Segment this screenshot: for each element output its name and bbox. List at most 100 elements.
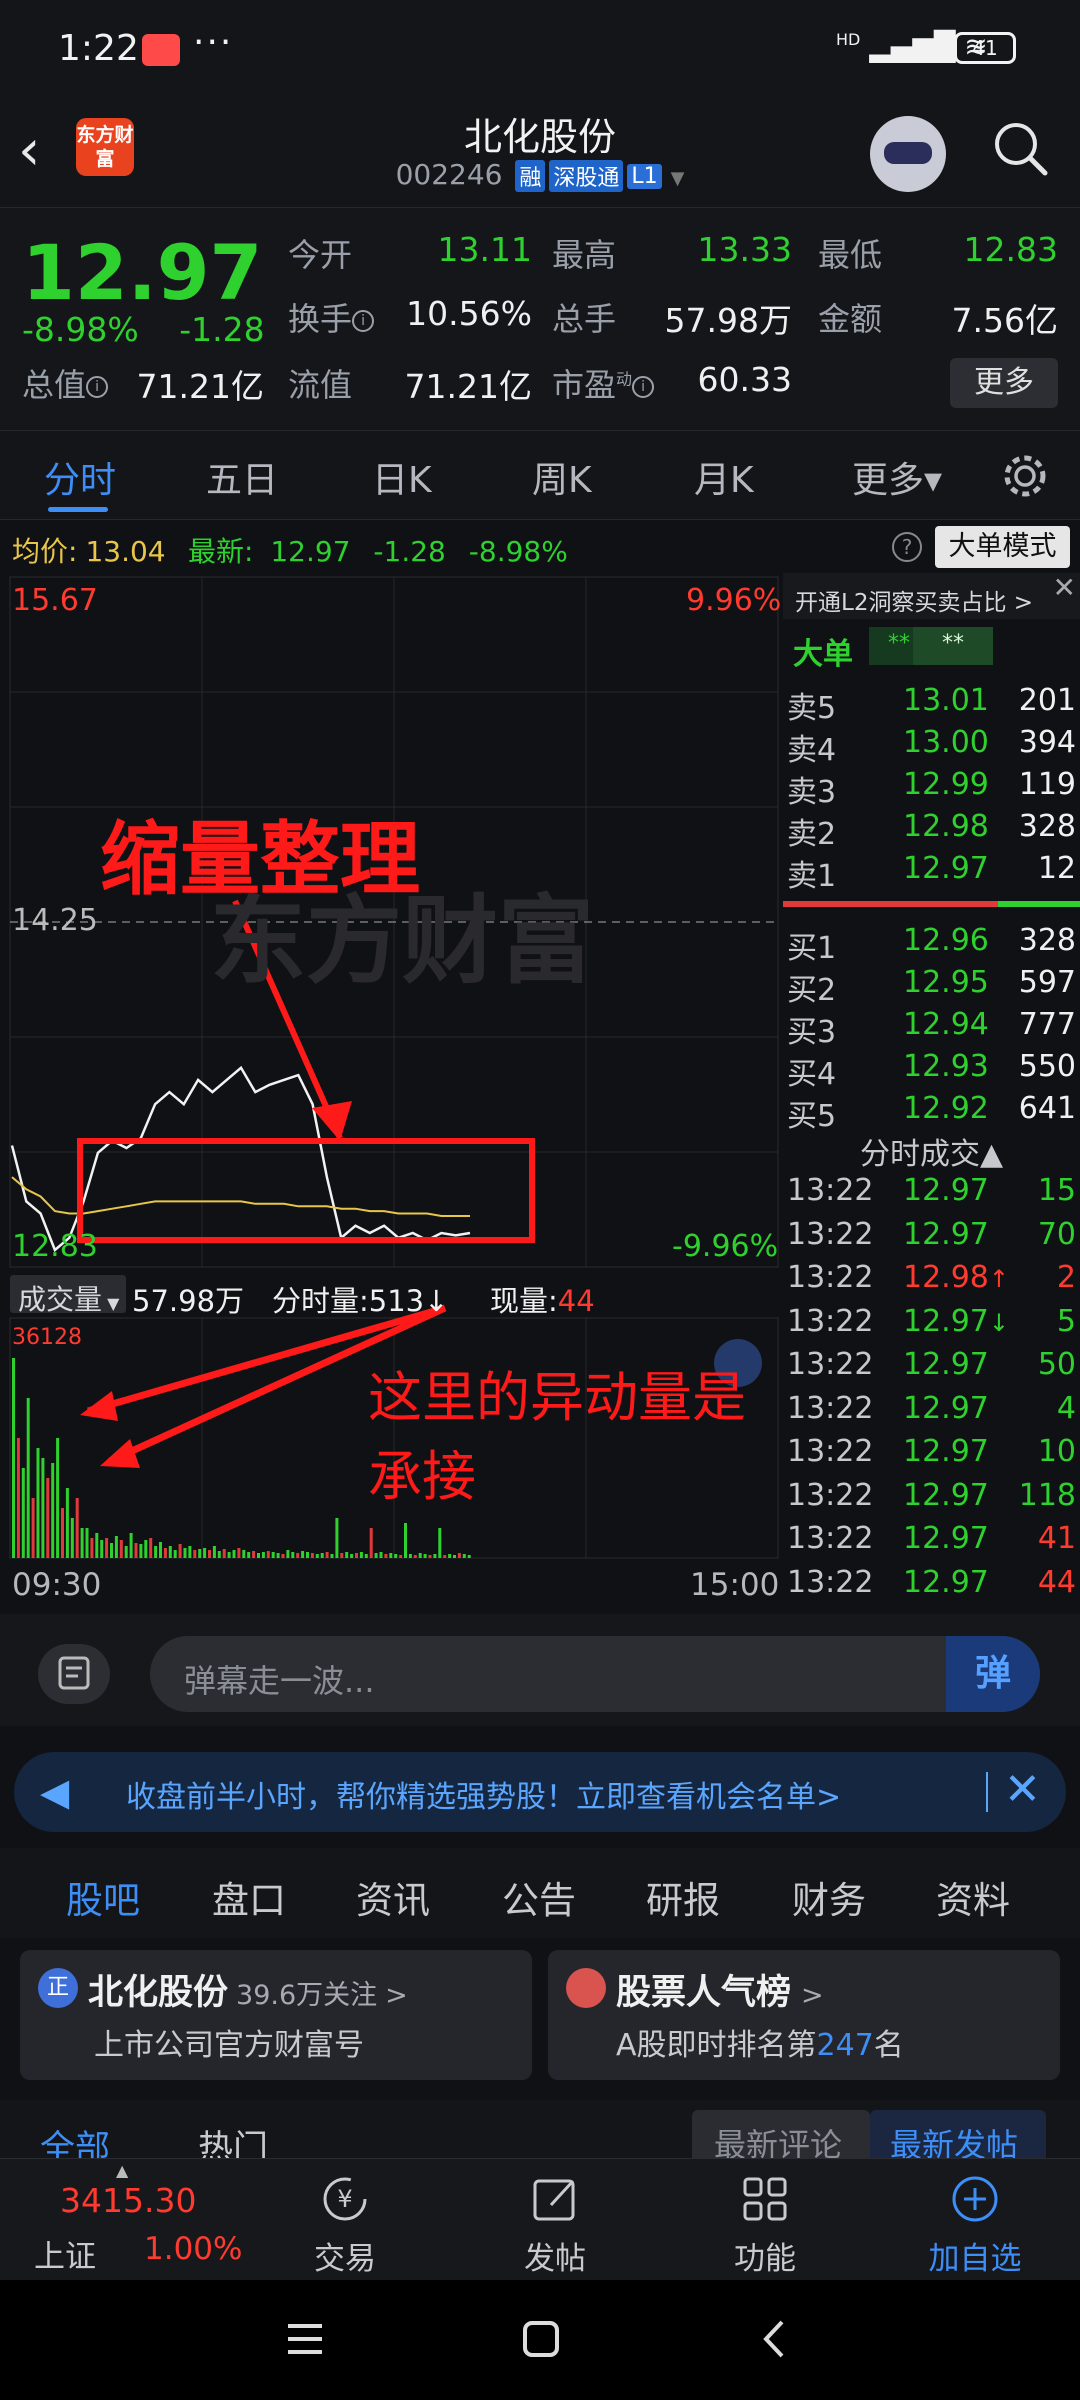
volume-bar: [428, 1555, 432, 1558]
tab-daily-k[interactable]: 日K: [372, 451, 432, 503]
tab-announcements[interactable]: 公告: [502, 1870, 576, 1924]
tab-news[interactable]: 资讯: [356, 1870, 430, 1924]
volume-bar: [139, 1544, 143, 1558]
volume-bar: [310, 1553, 314, 1558]
current-volume: 现量:44: [490, 1284, 595, 1318]
tick-row: 13:22 12.97 50: [783, 1347, 1080, 1389]
assistant-robot-icon[interactable]: [870, 116, 946, 192]
buy-level-row[interactable]: 买2 12.95 597: [783, 965, 1080, 1008]
buy-level-row[interactable]: 买1 12.96 328: [783, 923, 1080, 966]
tab-pankou[interactable]: 盘口: [212, 1870, 286, 1924]
volume-bar: [350, 1554, 354, 1558]
turnover-label[interactable]: 换手 i: [288, 294, 375, 340]
pct-bottom-label: -9.96%: [672, 1229, 779, 1264]
sell-level-row[interactable]: 卖1 12.97 12: [783, 851, 1080, 894]
volume-bar: [286, 1550, 290, 1558]
settings-gear-icon[interactable]: [1000, 451, 1050, 501]
tab-more[interactable]: 更多▾: [852, 451, 942, 503]
ticks-title[interactable]: 分时成交▲: [783, 1129, 1080, 1172]
buy-level-row[interactable]: 买4 12.93 550: [783, 1049, 1080, 1092]
sell-level-label: 卖4: [787, 733, 837, 768]
volume-bar: [61, 1508, 64, 1558]
buy-level-row[interactable]: 买3 12.94 777: [783, 1007, 1080, 1050]
sell-level-label: 卖1: [787, 859, 837, 894]
volume-bar: [110, 1543, 113, 1558]
nav-post[interactable]: 发帖: [460, 2159, 650, 2281]
danmu-settings-icon[interactable]: [38, 1644, 110, 1704]
tick-time: 13:22: [787, 1303, 874, 1339]
latest-price-info: 最新: 12.97 -1.28 -8.98%: [188, 535, 568, 568]
volume-bar: [56, 1438, 60, 1558]
sell-level-row[interactable]: 卖3 12.99 119: [783, 767, 1080, 810]
market-cap-label[interactable]: 总值 i: [22, 360, 109, 406]
dropdown-icon[interactable]: ▼: [671, 168, 685, 189]
search-icon[interactable]: [990, 118, 1050, 178]
tick-price: 12.97: [903, 1477, 989, 1513]
menu-icon[interactable]: [280, 2314, 330, 2364]
tab-weekly-k[interactable]: 周K: [532, 451, 592, 503]
tick-time: 13:22: [787, 1434, 874, 1469]
tick-row: 13:22 12.97 4: [783, 1391, 1080, 1433]
turnover-value: 10.56%: [406, 294, 532, 333]
pe-label[interactable]: 市盈动 i: [552, 360, 655, 406]
notification-app-icon: [142, 34, 180, 66]
buy-level-price: 12.93: [903, 1049, 989, 1084]
volume-dropdown[interactable]: 成交量 ▼: [18, 1278, 119, 1318]
big-order-mode-button[interactable]: 大单模式: [935, 526, 1070, 568]
tick-time: 13:22: [787, 1521, 874, 1556]
tick-row: 13:22 12.97 44: [783, 1565, 1080, 1607]
volume-bar: [26, 1398, 30, 1558]
volume-bar: [369, 1528, 373, 1558]
buy-level-volume: 328: [1018, 923, 1076, 958]
high-label: 最高: [552, 236, 617, 274]
close-icon[interactable]: ✕: [1053, 571, 1076, 604]
tick-row: 13:22 12.97 41: [783, 1521, 1080, 1563]
tab-finance[interactable]: 财务: [792, 1870, 866, 1924]
sell-level-row[interactable]: 卖2 12.98 328: [783, 809, 1080, 852]
nav-trade[interactable]: ¥ 交易: [250, 2159, 440, 2281]
danmu-send-button[interactable]: 弹: [946, 1636, 1040, 1712]
buy-sell-ratio-bar: [783, 901, 1080, 907]
buy-level-row[interactable]: 买5 12.92 641: [783, 1091, 1080, 1134]
tab-monthly-k[interactable]: 月K: [694, 451, 754, 503]
volume-bar: [31, 1498, 35, 1558]
tick-price: 12.97: [903, 1390, 989, 1426]
volume-bar: [242, 1550, 246, 1558]
index-ticker[interactable]: ▲ 3415.30 上证 1.00%: [0, 2159, 242, 2281]
help-icon[interactable]: ?: [892, 532, 922, 562]
popularity-card[interactable]: 股票人气榜 > A股即时排名第247名: [548, 1950, 1060, 2080]
nav-add-watchlist[interactable]: 加自选: [880, 2159, 1070, 2281]
volume-bar: [404, 1523, 407, 1558]
sell-level-price: 13.01: [903, 683, 989, 718]
more-button[interactable]: 更多: [950, 358, 1058, 408]
volume-max-label: 36128: [12, 1325, 82, 1350]
tab-profile[interactable]: 资料: [936, 1870, 1010, 1924]
volume-bar: [198, 1549, 202, 1558]
volume-label: 总手: [552, 300, 617, 338]
tab-research[interactable]: 研报: [646, 1870, 720, 1924]
tab-guba[interactable]: 股吧: [66, 1870, 140, 1924]
promo-banner[interactable]: ◀ 收盘前半小时，帮你精选强势股！立即查看机会名单> ✕: [14, 1752, 1066, 1832]
home-icon[interactable]: [516, 2314, 566, 2364]
sell-level-row[interactable]: 卖5 13.01 201: [783, 683, 1080, 726]
tab-five-day[interactable]: 五日: [206, 451, 278, 503]
volume-bar: [65, 1488, 69, 1558]
l2-banner[interactable]: 开通L2洞察买卖占比 > ✕: [783, 571, 1080, 619]
nav-functions[interactable]: 功能: [670, 2159, 860, 2281]
index-value: 3415.30: [60, 2181, 197, 2220]
sell-level-price: 12.99: [903, 767, 989, 802]
big-order-row: 大单 ** **: [783, 625, 1080, 672]
intraday-chart[interactable]: 东方财富 15.67 14.25 12.83 9.96% -9.96% 缩量整理…: [0, 573, 781, 1613]
back-icon[interactable]: [750, 2314, 800, 2364]
tick-volume: 70: [1037, 1216, 1076, 1252]
close-icon[interactable]: ✕: [1004, 1764, 1041, 1815]
volume-bar: [374, 1553, 378, 1558]
volume-bar: [281, 1554, 285, 1558]
volume-bar: [306, 1552, 309, 1558]
volume-bar: [227, 1552, 231, 1558]
volume-bar: [134, 1543, 138, 1558]
tab-intraday[interactable]: 分时: [44, 451, 116, 503]
sell-level-row[interactable]: 卖4 13.00 394: [783, 725, 1080, 768]
company-card[interactable]: 正 北化股份 39.6万关注 > 上市公司官方财富号: [20, 1950, 532, 2080]
order-book-panel: 开通L2洞察买卖占比 > ✕ 大单 ** ** 卖5 13.01 201 卖4 13.0…: [783, 571, 1080, 1613]
